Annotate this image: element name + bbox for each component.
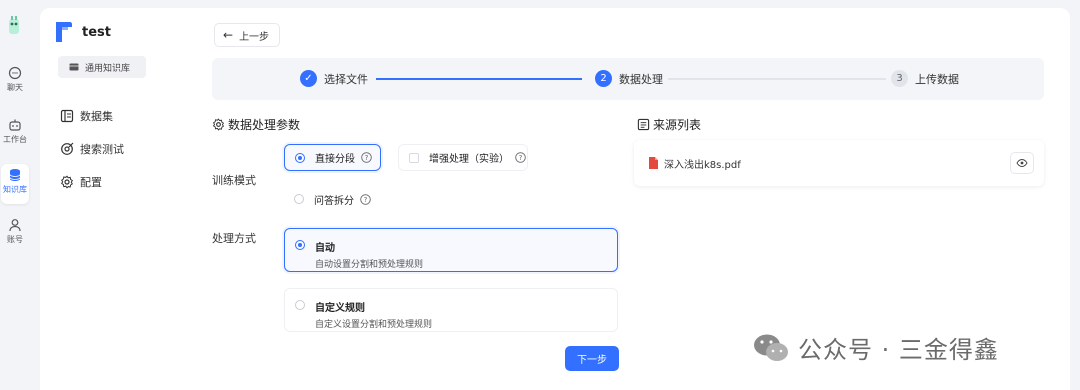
help-icon[interactable]: ?: [361, 152, 372, 163]
wechat-icon: [754, 334, 788, 361]
dataset-icon: [60, 109, 74, 123]
process-mode-auto[interactable]: 自动 自动设置分割和预处理规则: [284, 228, 618, 272]
svg-text:?: ?: [519, 154, 523, 162]
rail-item-label: 知识库: [3, 185, 27, 194]
back-button-label: 上一步: [239, 31, 270, 43]
nav-item-label: 搜索测试: [80, 143, 124, 156]
chat-icon: [8, 66, 22, 80]
step-label: 上传数据: [915, 72, 959, 86]
app-logo-icon: [9, 16, 19, 34]
rail-item-account[interactable]: 账号: [0, 218, 30, 245]
svg-text:?: ?: [365, 154, 369, 162]
source-section-title: 来源列表: [637, 116, 701, 133]
folder-icon: [69, 63, 79, 71]
app-rail: 聊天 工作台 知识库 账号: [0, 0, 30, 390]
list-icon: [637, 118, 650, 131]
params-section-title: 数据处理参数: [212, 116, 300, 133]
rail-item-label: 聊天: [7, 83, 23, 92]
step-number: 2: [595, 70, 612, 87]
rail-item-label: 账号: [7, 235, 23, 244]
radio-selected: [295, 240, 305, 250]
step-label: 选择文件: [324, 72, 368, 86]
help-icon[interactable]: ?: [360, 193, 371, 205]
radio-unselected: [295, 300, 305, 310]
option-label: 问答拆分: [314, 195, 354, 207]
user-icon: [9, 219, 21, 232]
eye-icon: [1016, 159, 1028, 167]
option-label: 增强处理（实验）: [429, 154, 509, 165]
source-title: 来源列表: [653, 118, 702, 132]
watermark: 公众号 · 三金得鑫: [752, 330, 999, 365]
rail-item-knowledge[interactable]: 知识库: [1, 164, 29, 204]
step-label: 数据处理: [619, 72, 663, 86]
train-mode-direct[interactable]: 直接分段 ?: [284, 144, 381, 171]
step-connector-todo: [668, 78, 886, 80]
robot-icon: [9, 119, 21, 131]
nav-item-config[interactable]: 配置: [60, 174, 102, 190]
kb-sidebar: test 通用知识库 数据集 搜索测试 配置: [40, 8, 192, 390]
watermark-text: 公众号 · 三金得鑫: [798, 336, 999, 364]
kb-type-label: 通用知识库: [85, 63, 131, 74]
kb-brand: test: [54, 20, 111, 44]
kb-type-badge: 通用知识库: [58, 56, 146, 78]
step-select-file: ✓ 选择文件: [300, 70, 368, 87]
nav-item-label: 数据集: [80, 110, 113, 123]
svg-text:?: ?: [364, 196, 368, 204]
database-icon: [9, 169, 21, 181]
help-icon[interactable]: ?: [515, 152, 526, 163]
option-desc: 自定义设置分割和预处理规则: [315, 320, 433, 330]
step-connector-done: [376, 78, 582, 80]
arrow-left-icon: ←: [223, 28, 234, 42]
train-mode-enhanced[interactable]: 增强处理（实验） ?: [398, 144, 528, 171]
pdf-file-icon: [649, 157, 658, 169]
next-button[interactable]: 下一步: [565, 346, 619, 371]
option-text: 自动 自动设置分割和预处理规则: [315, 239, 423, 270]
preview-button[interactable]: [1010, 152, 1034, 174]
checkbox: [409, 152, 419, 163]
back-button[interactable]: ← 上一步: [214, 23, 280, 47]
rail-item-label: 工作台: [3, 135, 27, 144]
kb-logo-icon: [56, 22, 72, 42]
process-mode-custom[interactable]: 自定义规则 自定义设置分割和预处理规则: [284, 288, 618, 332]
process-mode-label: 处理方式: [212, 232, 256, 245]
nav-item-search-test[interactable]: 搜索测试: [60, 141, 124, 157]
nav-item-dataset[interactable]: 数据集: [60, 108, 113, 124]
settings-icon: [212, 118, 225, 131]
search-test-icon: [61, 142, 74, 155]
radio-unselected: [294, 194, 304, 204]
rail-item-workbench[interactable]: 工作台: [0, 118, 30, 145]
option-title: 自定义规则: [315, 303, 365, 314]
step-data-process: 2 数据处理: [595, 70, 663, 87]
kb-name: test: [82, 24, 111, 40]
rail-item-chat[interactable]: 聊天: [0, 66, 30, 93]
stepper: ✓ 选择文件 2 数据处理 3 上传数据: [212, 58, 1044, 100]
option-title: 自动: [315, 243, 335, 254]
check-icon: ✓: [300, 70, 317, 87]
step-number: 3: [891, 70, 908, 87]
params-title: 数据处理参数: [228, 118, 301, 132]
option-desc: 自动设置分割和预处理规则: [315, 260, 424, 270]
step-upload-data: 3 上传数据: [891, 70, 959, 87]
source-file-item: 深入浅出k8s.pdf: [634, 140, 1044, 186]
train-mode-label: 训练模式: [212, 174, 256, 187]
option-label: 直接分段: [315, 154, 355, 165]
file-name: 深入浅出k8s.pdf: [664, 159, 741, 171]
nav-item-label: 配置: [80, 176, 102, 189]
gear-icon: [61, 175, 73, 189]
option-text: 自定义规则 自定义设置分割和预处理规则: [315, 299, 432, 330]
train-mode-qa-split[interactable]: 问答拆分 ?: [284, 188, 394, 210]
radio-selected: [295, 152, 305, 163]
